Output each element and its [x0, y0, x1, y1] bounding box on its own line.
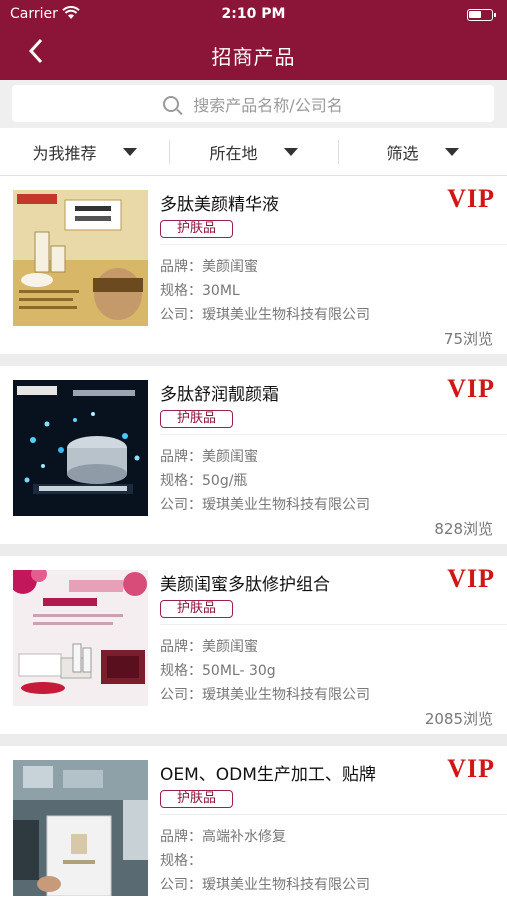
brand-value: 高端补水修复: [202, 829, 286, 845]
search-input[interactable]: 搜索产品名称/公司名: [12, 85, 494, 122]
category-tag: 护肤品: [160, 790, 233, 808]
category-tag: 护肤品: [160, 410, 233, 428]
product-name: 多肽舒润靓颜霜: [160, 385, 279, 405]
product-card[interactable]: 多肽舒润靓颜霜 VIP 护肤品 品牌：美颜闺蜜 规格：50g/瓶 公司：瑷琪美业…: [0, 366, 507, 544]
spec-label: 规格：: [160, 663, 202, 679]
divider: [160, 434, 507, 435]
divider: [160, 244, 507, 245]
brand-value: 美颜闺蜜: [202, 639, 258, 655]
view-count: 2085浏览: [424, 710, 493, 728]
company-line: 公司：瑷琪美业生物科技有限公司: [160, 684, 370, 704]
spec-label: 规格：: [160, 473, 202, 489]
spec-value: 50g/瓶: [202, 473, 248, 489]
brand-line: 品牌：美颜闺蜜: [160, 446, 258, 466]
search-icon: [163, 95, 180, 112]
company-value: 瑷琪美业生物科技有限公司: [202, 497, 370, 513]
brand-label: 品牌：: [160, 639, 202, 655]
dropdown-triangle-icon: [283, 147, 298, 156]
product-image: [13, 760, 148, 896]
spec-line: 规格：30ML: [160, 280, 240, 300]
search-bar-container: 搜索产品名称/公司名: [0, 80, 507, 128]
product-name: 美颜闺蜜多肽修护组合: [160, 575, 330, 595]
filter-bar: 为我推荐 所在地 筛选: [0, 128, 507, 176]
brand-line: 品牌：美颜闺蜜: [160, 256, 258, 276]
vip-badge: VIP: [447, 564, 495, 593]
spec-line: 规格：50ML- 30g: [160, 660, 276, 680]
divider: [160, 624, 507, 625]
company-value: 瑷琪美业生物科技有限公司: [202, 307, 370, 323]
vip-badge: VIP: [447, 754, 495, 783]
status-bar: Carrier 2:10 PM: [0, 4, 507, 24]
filter-label: 所在地: [209, 143, 258, 163]
product-image: [13, 190, 148, 326]
company-label: 公司：: [160, 687, 202, 703]
product-image: [13, 570, 148, 706]
page-title: 招商产品: [211, 45, 296, 69]
spec-label: 规格：: [160, 853, 202, 869]
company-line: 公司：瑷琪美业生物科技有限公司: [160, 304, 370, 324]
vip-badge: VIP: [447, 374, 495, 403]
filter-label: 为我推荐: [32, 143, 97, 163]
brand-line: 品牌：高端补水修复: [160, 826, 286, 846]
divider: [160, 814, 507, 815]
vip-badge: VIP: [447, 184, 495, 213]
brand-value: 美颜闺蜜: [202, 259, 258, 275]
search-placeholder: 搜索产品名称/公司名: [193, 95, 343, 115]
clock: 2:10 PM: [221, 6, 286, 22]
brand-value: 美颜闺蜜: [202, 449, 258, 465]
spec-value: 50ML- 30g: [202, 663, 276, 679]
filter-location[interactable]: 所在地: [169, 128, 338, 175]
company-label: 公司：: [160, 497, 202, 513]
brand-label: 品牌：: [160, 259, 202, 275]
spec-label: 规格：: [160, 283, 202, 299]
filter-label: 筛选: [386, 143, 419, 163]
product-name: 多肽美颜精华液: [160, 195, 279, 215]
company-line: 公司：瑷琪美业生物科技有限公司: [160, 874, 370, 894]
app-header: Carrier 2:10 PM 招商产品: [0, 0, 507, 80]
dropdown-triangle-icon: [444, 147, 459, 156]
view-count: 828浏览: [434, 520, 493, 538]
nav-bar: 招商产品: [0, 32, 507, 76]
brand-line: 品牌：美颜闺蜜: [160, 636, 258, 656]
company-value: 瑷琪美业生物科技有限公司: [202, 877, 370, 893]
view-count: 75浏览: [443, 330, 493, 348]
battery-icon: [467, 9, 496, 21]
filter-recommend[interactable]: 为我推荐: [0, 128, 169, 175]
product-card[interactable]: OEM、ODM生产加工、贴牌 VIP 护肤品 品牌：高端补水修复 规格： 公司：…: [0, 746, 507, 900]
product-name: OEM、ODM生产加工、贴牌: [160, 765, 376, 785]
dropdown-triangle-icon: [122, 147, 137, 156]
product-card[interactable]: 美颜闺蜜多肽修护组合 VIP 护肤品 品牌：美颜闺蜜 规格：50ML- 30g …: [0, 556, 507, 734]
brand-label: 品牌：: [160, 449, 202, 465]
company-label: 公司：: [160, 877, 202, 893]
category-tag: 护肤品: [160, 600, 233, 618]
category-tag: 护肤品: [160, 220, 233, 238]
filter-screen[interactable]: 筛选: [338, 128, 507, 175]
company-value: 瑷琪美业生物科技有限公司: [202, 687, 370, 703]
company-line: 公司：瑷琪美业生物科技有限公司: [160, 494, 370, 514]
brand-label: 品牌：: [160, 829, 202, 845]
company-label: 公司：: [160, 307, 202, 323]
product-image: [13, 380, 148, 516]
product-card[interactable]: 多肽美颜精华液 VIP 护肤品 品牌：美颜闺蜜 规格：30ML 公司：瑷琪美业生…: [0, 176, 507, 354]
spec-value: 30ML: [202, 283, 240, 299]
spec-line: 规格：50g/瓶: [160, 470, 247, 490]
spec-line: 规格：: [160, 850, 202, 870]
